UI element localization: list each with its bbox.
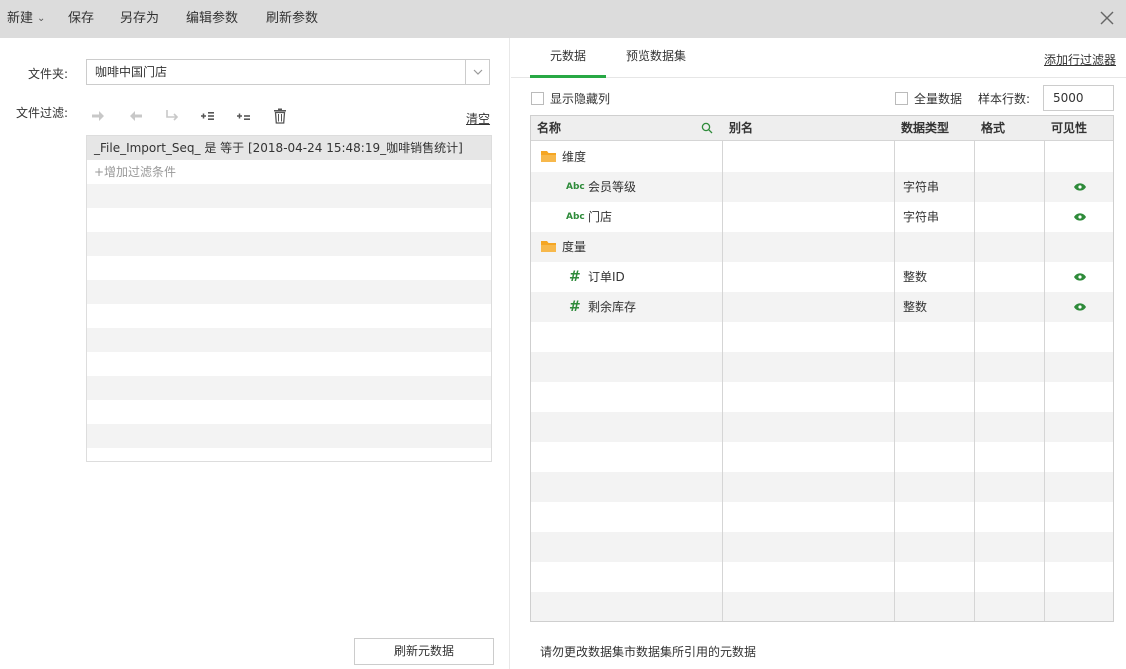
list-item xyxy=(87,424,491,448)
column-header-format[interactable]: 格式 xyxy=(975,116,1005,141)
new-label: 新建 xyxy=(7,11,34,26)
list-item xyxy=(87,352,491,376)
chevron-down-icon[interactable] xyxy=(465,60,489,84)
text-type-icon: Abc xyxy=(566,212,585,222)
sample-rows-label: 样本行数: xyxy=(978,92,1031,106)
row-name: 门店 xyxy=(588,210,613,224)
return-arrow-icon[interactable] xyxy=(162,106,182,126)
table-row xyxy=(531,502,1113,532)
add-filter-condition-link[interactable]: +增加过滤条件 xyxy=(87,160,491,184)
new-menu-button[interactable]: 新建 ⌄ xyxy=(7,0,45,38)
refresh-params-button[interactable]: 刷新参数 xyxy=(266,0,318,38)
arrow-left-icon[interactable] xyxy=(126,106,146,126)
edit-params-button[interactable]: 编辑参数 xyxy=(186,0,238,38)
add-condition-group-icon[interactable] xyxy=(198,106,218,126)
clear-filters-link[interactable]: 清空 xyxy=(466,110,490,127)
list-item xyxy=(87,304,491,328)
table-row xyxy=(531,412,1113,442)
add-row-filter-link[interactable]: 添加行过滤器 xyxy=(1044,51,1116,68)
number-type-icon: # xyxy=(569,299,581,315)
column-header-name[interactable]: 名称 xyxy=(531,116,561,141)
tab-preview-dataset[interactable]: 预览数据集 xyxy=(616,38,696,78)
right-panel: 元数据 预览数据集 添加行过滤器 显示隐藏列 全量数据 样本行数: 5000 维… xyxy=(511,38,1126,669)
list-item xyxy=(87,448,491,461)
number-type-icon: # xyxy=(569,269,581,285)
list-item xyxy=(87,232,491,256)
row-type: 字符串 xyxy=(903,180,940,194)
folder-icon xyxy=(541,232,557,262)
table-row xyxy=(531,382,1113,412)
folder-select[interactable]: 咖啡中国门店 xyxy=(86,59,490,85)
row-name: 会员等级 xyxy=(588,180,637,194)
table-row[interactable]: # 订单ID 整数 xyxy=(531,262,1113,292)
all-data-label: 全量数据 xyxy=(914,92,963,106)
filter-condition-row[interactable]: _File_Import_Seq_ 是 等于 [2018-04-24 15:48… xyxy=(87,136,491,160)
table-row[interactable]: 维度 xyxy=(531,142,1113,172)
table-row[interactable]: Abc 会员等级 字符串 xyxy=(531,172,1113,202)
table-row[interactable]: # 剩余库存 整数 xyxy=(531,292,1113,322)
trash-icon[interactable] xyxy=(270,106,290,126)
save-button[interactable]: 保存 xyxy=(68,0,94,38)
list-item xyxy=(87,280,491,304)
column-header-visibility[interactable]: 可见性 xyxy=(1045,116,1087,141)
row-type: 整数 xyxy=(903,270,928,284)
folder-icon xyxy=(541,142,557,172)
folder-label: 文件夹: xyxy=(28,67,69,81)
tab-metadata[interactable]: 元数据 xyxy=(530,38,606,78)
close-icon[interactable] xyxy=(1098,9,1116,27)
list-item xyxy=(87,208,491,232)
column-header-alias[interactable]: 别名 xyxy=(723,116,753,141)
eye-icon[interactable] xyxy=(1074,202,1086,232)
row-type: 字符串 xyxy=(903,210,940,224)
top-toolbar: 新建 ⌄ 保存 另存为 编辑参数 刷新参数 xyxy=(0,0,1126,38)
eye-icon[interactable] xyxy=(1074,172,1086,202)
save-as-button[interactable]: 另存为 xyxy=(120,0,159,38)
arrow-right-icon[interactable] xyxy=(88,106,108,126)
list-item xyxy=(87,328,491,352)
row-name: 度量 xyxy=(562,240,587,254)
column-divider[interactable] xyxy=(1044,116,1045,621)
table-row xyxy=(531,352,1113,382)
left-panel: 文件夹: 咖啡中国门店 文件过滤: 清空 _File_Import_Seq_ 是… xyxy=(0,38,510,669)
eye-icon[interactable] xyxy=(1074,292,1086,322)
refresh-metadata-button[interactable]: 刷新元数据 xyxy=(354,638,494,665)
table-row xyxy=(531,592,1113,621)
table-row xyxy=(531,442,1113,472)
all-data-checkbox[interactable] xyxy=(895,92,908,105)
metadata-warning-note: 请勿更改数据集市数据集所引用的元数据 xyxy=(540,645,757,659)
table-row[interactable]: 度量 xyxy=(531,232,1113,262)
row-name: 维度 xyxy=(562,150,587,164)
table-row xyxy=(531,562,1113,592)
column-divider[interactable] xyxy=(974,116,975,621)
table-row xyxy=(531,322,1113,352)
list-item xyxy=(87,184,491,208)
tab-bar: 元数据 预览数据集 添加行过滤器 xyxy=(511,38,1126,78)
list-item xyxy=(87,376,491,400)
column-divider[interactable] xyxy=(894,116,895,621)
chevron-down-icon: ⌄ xyxy=(37,13,46,24)
row-name: 剩余库存 xyxy=(588,300,637,314)
row-name: 订单ID xyxy=(588,270,625,284)
column-divider[interactable] xyxy=(722,116,723,621)
folder-value: 咖啡中国门店 xyxy=(95,65,168,79)
metadata-table: 维度 Abc 会员等级 字符串 Abc 门店 字符串 度量 # 订单ID 整数 … xyxy=(530,115,1114,622)
show-hidden-columns-label: 显示隐藏列 xyxy=(550,92,611,106)
filter-condition-list: _File_Import_Seq_ 是 等于 [2018-04-24 15:48… xyxy=(86,135,492,462)
table-row[interactable]: Abc 门店 字符串 xyxy=(531,202,1113,232)
file-filter-label: 文件过滤: xyxy=(16,106,69,120)
eye-icon[interactable] xyxy=(1074,262,1086,292)
add-condition-icon[interactable] xyxy=(234,106,254,126)
table-row xyxy=(531,472,1113,502)
table-header: 名称 别名 数据类型 格式 可见性 xyxy=(531,116,1113,141)
column-header-type[interactable]: 数据类型 xyxy=(895,116,949,141)
row-type: 整数 xyxy=(903,300,928,314)
text-type-icon: Abc xyxy=(566,182,585,192)
list-item xyxy=(87,256,491,280)
sample-rows-input[interactable]: 5000 xyxy=(1043,85,1114,111)
list-item xyxy=(87,400,491,424)
table-row xyxy=(531,532,1113,562)
search-icon[interactable] xyxy=(701,122,713,134)
show-hidden-columns-checkbox[interactable] xyxy=(531,92,544,105)
